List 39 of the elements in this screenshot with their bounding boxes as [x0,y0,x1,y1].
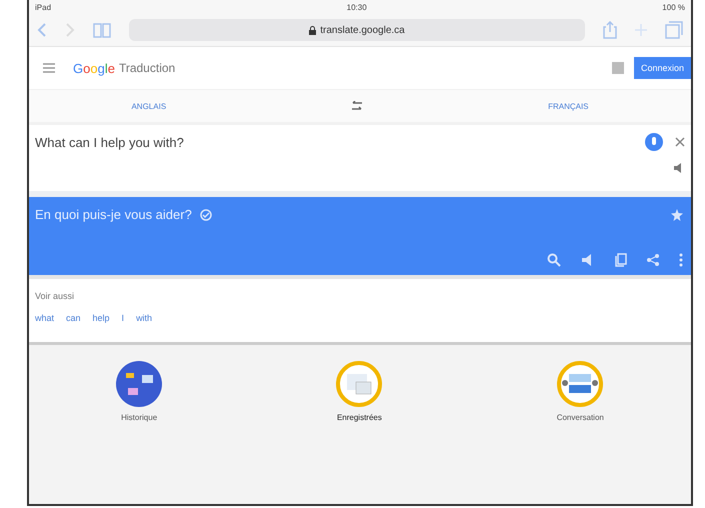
target-language-tab[interactable]: FRANÇAIS [528,98,609,114]
section-label: Voir aussi [35,291,76,301]
battery-level: 100 % [662,2,685,12]
google-logo: Google [73,60,115,76]
shortcut-label[interactable]: Historique [121,413,158,422]
history-icon[interactable] [116,361,162,407]
document-icon[interactable] [336,361,382,407]
address-bar[interactable]: translate.google.ca [129,19,585,41]
search-icon[interactable] [547,253,561,267]
source-text[interactable]: What can I help you with? [35,134,633,150]
shortcut-label[interactable]: Enregistrées [336,413,382,422]
translated-text: En quoi puis-je vous aider? [35,207,192,222]
word-link[interactable]: help [92,313,110,323]
url-text: translate.google.ca [320,24,405,36]
tabs-icon[interactable] [665,21,683,39]
sign-in-button[interactable]: Connexion [634,57,691,79]
source-language-tab[interactable]: ANGLAIS [111,98,186,114]
star-icon[interactable] [671,208,683,220]
shortcut-label[interactable]: Conversation [556,413,604,422]
microphone-icon[interactable] [645,133,663,151]
share-icon[interactable] [647,254,659,266]
close-icon[interactable] [675,137,685,147]
check-icon[interactable] [200,208,212,220]
clock: 10:30 [346,2,367,12]
app-title: Traduction [118,61,176,75]
book-icon[interactable] [93,22,111,38]
word-link[interactable]: with [136,313,152,323]
lock-icon [309,26,316,34]
share-icon[interactable] [603,21,617,39]
copy-icon[interactable] [615,253,627,267]
back-icon[interactable] [37,23,47,37]
conversation-icon[interactable] [557,361,604,407]
word-link[interactable]: can [66,313,81,323]
word-link[interactable]: I [122,313,124,323]
swap-icon[interactable] [351,101,364,111]
device-name: iPad [35,2,52,12]
more-icon[interactable] [679,253,683,267]
word-link[interactable]: what [35,313,54,323]
menu-icon[interactable] [43,63,55,73]
